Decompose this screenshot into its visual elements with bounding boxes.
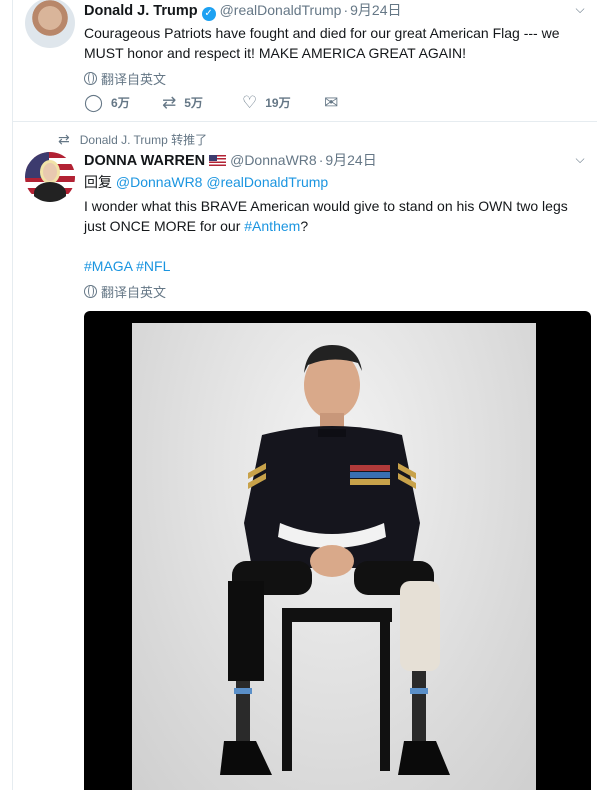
retweet-context[interactable]: ⇄ Donald J. Trump 转推了 bbox=[58, 131, 207, 148]
separator: · bbox=[343, 2, 349, 18]
hashtag-nfl[interactable]: #NFL bbox=[136, 258, 170, 274]
tweet-text: Courageous Patriots have fought and died… bbox=[84, 25, 560, 61]
retweet-count: 5万 bbox=[184, 96, 203, 110]
chevron-down-icon[interactable]: ⌵ bbox=[572, 152, 588, 167]
retweet-icon: ⇄ bbox=[58, 131, 70, 147]
us-flag-icon bbox=[209, 155, 227, 166]
translate-label: 翻译自英文 bbox=[101, 285, 167, 300]
tweet-header: DONNA WARREN @DonnaWR8 · 9月24日 ⌵ bbox=[84, 150, 588, 170]
tweet-trump[interactable]: Donald J. Trump ✓ @realDonaldTrump · 9月2… bbox=[13, 0, 597, 122]
hashtags: #MAGA #NFL bbox=[84, 256, 588, 276]
verified-badge-icon: ✓ bbox=[201, 7, 216, 21]
retweet-context-label: Donald J. Trump 转推了 bbox=[79, 133, 208, 147]
mention-trump[interactable]: @realDonaldTrump bbox=[206, 174, 328, 190]
hashtag-anthem[interactable]: #Anthem bbox=[244, 218, 300, 234]
envelope-icon: ✉ bbox=[324, 93, 339, 112]
message-button[interactable]: ✉ bbox=[324, 94, 338, 111]
tweet-actions: ◯ 6万 ⇄ 5万 ♡ 19万 ✉ bbox=[84, 94, 338, 111]
tweet-timestamp[interactable]: 9月24日 bbox=[350, 0, 401, 20]
author-name[interactable]: Donald J. Trump bbox=[84, 3, 198, 19]
globe-icon bbox=[84, 285, 97, 298]
avatar-trump[interactable] bbox=[25, 0, 75, 48]
like-count: 19万 bbox=[265, 96, 291, 110]
separator: · bbox=[318, 152, 324, 168]
tweet-donna[interactable]: ⇄ Donald J. Trump 转推了 DONNA WARREN @Donn… bbox=[13, 122, 597, 790]
tweet-text-main: I wonder what this BRAVE American would … bbox=[84, 198, 568, 234]
reply-icon: ◯ bbox=[84, 93, 104, 112]
mention-donna[interactable]: @DonnaWR8 bbox=[116, 174, 203, 190]
translate-link[interactable]: 翻译自英文 bbox=[84, 69, 588, 88]
reply-count: 6万 bbox=[111, 96, 130, 110]
retweet-icon: ⇄ bbox=[162, 93, 177, 112]
tweet-photo[interactable] bbox=[132, 323, 536, 790]
author-handle[interactable]: @DonnaWR8 bbox=[230, 152, 317, 168]
heart-icon: ♡ bbox=[242, 93, 258, 112]
tweet-media[interactable] bbox=[84, 311, 591, 790]
tweet-text-end: ? bbox=[300, 218, 309, 234]
chevron-down-icon[interactable]: ⌵ bbox=[572, 2, 588, 17]
like-button[interactable]: ♡ 19万 bbox=[242, 94, 324, 111]
globe-icon bbox=[84, 72, 97, 85]
author-name[interactable]: DONNA WARREN bbox=[84, 153, 205, 169]
hashtag-maga[interactable]: #MAGA bbox=[84, 258, 132, 274]
retweet-button[interactable]: ⇄ 5万 bbox=[162, 94, 242, 111]
reply-button[interactable]: ◯ 6万 bbox=[84, 94, 162, 111]
tweet-header: Donald J. Trump ✓ @realDonaldTrump · 9月2… bbox=[84, 0, 588, 21]
tweet-text: I wonder what this BRAVE American would … bbox=[84, 196, 588, 236]
avatar-donna[interactable] bbox=[25, 152, 75, 202]
translate-label: 翻译自英文 bbox=[101, 72, 167, 87]
reply-prefix: 回复 bbox=[84, 174, 112, 190]
photo-illustration bbox=[220, 345, 450, 775]
author-handle[interactable]: @realDonaldTrump bbox=[220, 2, 342, 18]
reply-to-line: 回复 @DonnaWR8 @realDonaldTrump bbox=[84, 172, 588, 192]
timeline: Donald J. Trump ✓ @realDonaldTrump · 9月2… bbox=[12, 0, 597, 790]
translate-link[interactable]: 翻译自英文 bbox=[84, 282, 588, 301]
tweet-timestamp[interactable]: 9月24日 bbox=[325, 150, 376, 170]
